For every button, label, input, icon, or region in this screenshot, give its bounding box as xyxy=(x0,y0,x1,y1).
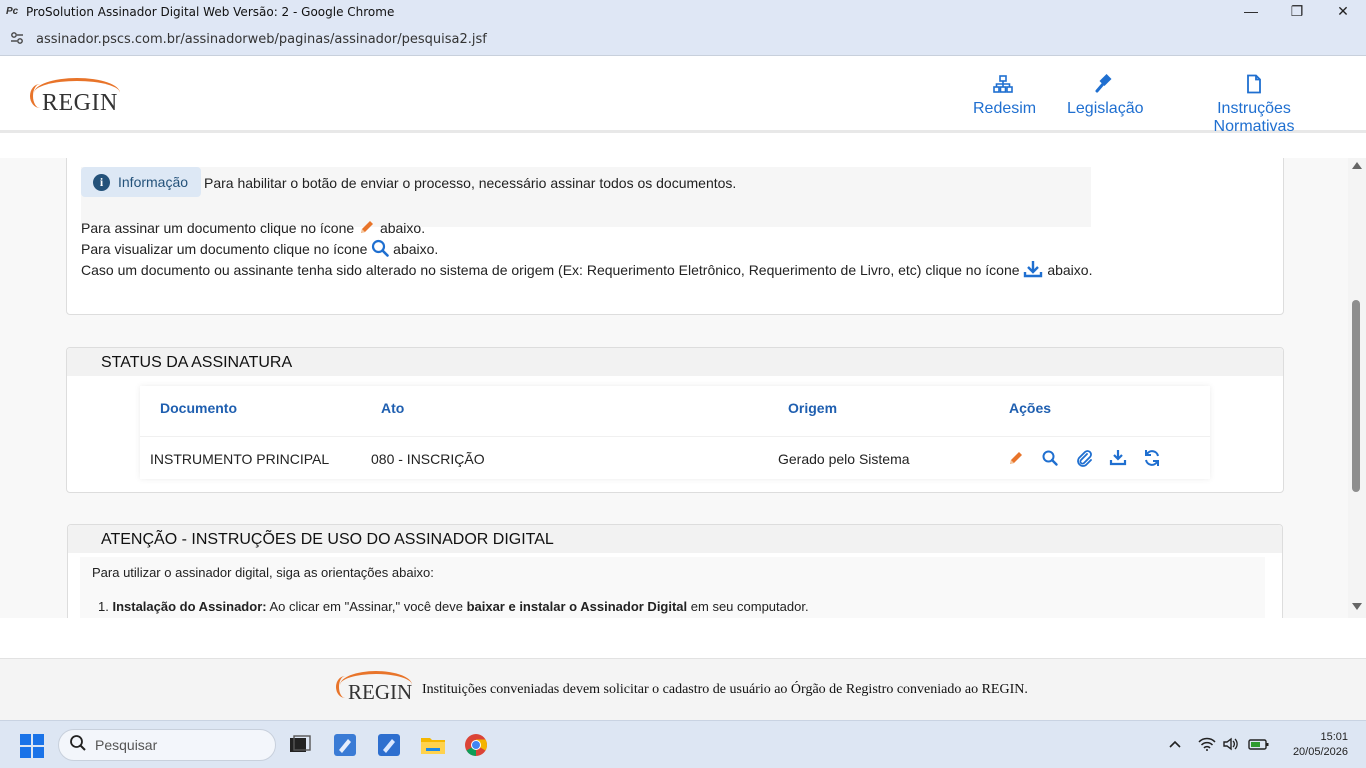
column-header-documento[interactable]: Documento xyxy=(160,400,237,416)
view-instruction-end: abaixo. xyxy=(393,241,439,257)
instruction-item-number: 1. xyxy=(98,599,109,614)
info-badge-label: Informação xyxy=(118,174,189,190)
table-row: INSTRUMENTO PRINCIPAL 080 - INSCRIÇÃO Ge… xyxy=(140,436,1210,479)
footer-text: Instituições conveniadas devem solicitar… xyxy=(422,682,1028,697)
close-button[interactable]: ✕ xyxy=(1320,0,1366,24)
cell-ato: 080 - INSCRIÇÃO xyxy=(371,451,485,467)
search-icon xyxy=(371,239,390,260)
clock-time: 15:01 xyxy=(1320,731,1348,743)
status-table: Documento Ato Origem Ações INSTRUMENTO P… xyxy=(140,386,1210,479)
status-panel-title: STATUS DA ASSINATURA xyxy=(101,354,293,371)
page-scrollbar[interactable] xyxy=(1348,158,1366,618)
taskbar: Pesquisar 15:01 20/05/2026 xyxy=(0,720,1366,768)
refresh-instruction-text: Caso um documento ou assinante tenha sid… xyxy=(81,262,1020,278)
instructions-body: Para utilizar o assinador digital, siga … xyxy=(80,557,1265,618)
view-search-icon[interactable] xyxy=(1041,449,1059,467)
task-view-icon[interactable] xyxy=(288,733,312,757)
refresh-instruction: Caso um documento ou assinante tenha sid… xyxy=(81,260,1092,281)
sign-instruction-end: abaixo. xyxy=(379,220,426,236)
page-footer: REGIN Instituições conveniadas devem sol… xyxy=(0,658,1366,720)
favicon-icon: Pc xyxy=(6,6,19,17)
instruction-item-end: em seu computador. xyxy=(687,599,809,614)
column-header-acoes: Ações xyxy=(1009,400,1052,416)
download-icon xyxy=(1023,260,1043,281)
search-icon xyxy=(69,734,87,757)
nav-label: Legislação xyxy=(1067,100,1144,117)
cell-origem: Gerado pelo Sistema xyxy=(778,451,910,467)
instruction-item-1: 1. Instalação do Assinador: Ao clicar em… xyxy=(98,599,809,614)
nav-label: Instruções Normativas xyxy=(1213,100,1295,135)
status-panel: STATUS DA ASSINATURA Documento Ato Orige… xyxy=(66,347,1284,493)
instruction-item-title: Instalação do Assinador: xyxy=(112,599,267,614)
file-explorer-icon[interactable] xyxy=(420,733,445,757)
status-panel-header: STATUS DA ASSINATURA xyxy=(67,348,1283,376)
sign-instruction: Para assinar um documento clique no ícon… xyxy=(81,218,425,239)
maximize-button[interactable]: ❐ xyxy=(1274,0,1320,24)
wifi-icon[interactable] xyxy=(1198,737,1216,754)
nav-redesim[interactable]: Redesim xyxy=(973,74,1037,118)
info-message: Para habilitar o botão de enviar o proce… xyxy=(204,175,737,191)
main-content: i Informação Para habilitar o botão de e… xyxy=(0,158,1348,618)
info-badge: i Informação xyxy=(81,167,201,197)
browser-titlebar: Pc ProSolution Assinador Digital Web Ver… xyxy=(0,0,1366,24)
site-settings-icon[interactable] xyxy=(10,31,24,48)
site-header: REGIN Redesim Legislação Instruções Norm… xyxy=(0,56,1366,136)
logo-text: REGIN xyxy=(42,90,118,116)
footer-regin-logo: REGIN xyxy=(336,671,412,707)
volume-icon[interactable] xyxy=(1222,737,1240,754)
update-download-icon[interactable] xyxy=(1109,449,1127,467)
view-instruction-text: Para visualizar um documento clique no í… xyxy=(81,241,368,257)
instruction-item-highlight: baixar e instalar o Assinador Digital xyxy=(466,599,688,614)
minimize-button[interactable]: — xyxy=(1228,0,1274,24)
cell-documento: INSTRUMENTO PRINCIPAL xyxy=(150,451,330,467)
clock-date: 20/05/2026 xyxy=(1292,746,1348,758)
windows-start-icon[interactable] xyxy=(20,734,44,758)
view-instruction: Para visualizar um documento clique no í… xyxy=(81,239,438,260)
document-icon xyxy=(1175,74,1333,96)
instructions-panel-header: ATENÇÃO - INSTRUÇÕES DE USO DO ASSINADOR… xyxy=(68,525,1282,553)
info-panel: i Informação Para habilitar o botão de e… xyxy=(66,158,1284,315)
sitemap-icon xyxy=(973,74,1033,96)
tray-chevron-up-icon[interactable] xyxy=(1168,737,1182,753)
column-header-origem[interactable]: Origem xyxy=(788,400,837,416)
sign-pencil-icon[interactable] xyxy=(1007,449,1025,467)
instructions-panel-title: ATENÇÃO - INSTRUÇÕES DE USO DO ASSINADOR… xyxy=(101,531,554,548)
battery-icon[interactable] xyxy=(1248,737,1270,754)
footer-logo-text: REGIN xyxy=(348,680,413,704)
column-header-ato[interactable]: Ato xyxy=(381,400,404,416)
url-field[interactable]: assinador.pscs.com.br/assinadorweb/pagin… xyxy=(36,32,487,47)
regin-logo[interactable]: REGIN xyxy=(30,78,120,118)
instructions-panel: ATENÇÃO - INSTRUÇÕES DE USO DO ASSINADOR… xyxy=(67,524,1283,618)
address-bar: assinador.pscs.com.br/assinadorweb/pagin… xyxy=(0,24,1366,56)
attachment-paperclip-icon[interactable] xyxy=(1075,449,1093,467)
scroll-up-arrow-icon[interactable] xyxy=(1352,162,1362,169)
refresh-instruction-end: abaixo. xyxy=(1047,262,1093,278)
gavel-icon xyxy=(1067,73,1141,96)
scroll-down-arrow-icon[interactable] xyxy=(1352,603,1362,610)
refresh-icon[interactable] xyxy=(1143,449,1161,467)
scrollbar-thumb[interactable] xyxy=(1352,300,1360,492)
nav-instrucoes-normativas[interactable]: Instruções Normativas xyxy=(1175,74,1333,136)
instructions-intro: Para utilizar o assinador digital, siga … xyxy=(92,565,434,580)
info-icon: i xyxy=(93,173,110,191)
nav-legislacao[interactable]: Legislação xyxy=(1067,73,1144,118)
window-title: ProSolution Assinador Digital Web Versão… xyxy=(26,5,395,19)
app-icon-1[interactable] xyxy=(333,733,357,757)
window-controls: — ❐ ✕ xyxy=(1228,0,1366,24)
chrome-icon[interactable] xyxy=(464,733,488,757)
taskbar-search[interactable]: Pesquisar xyxy=(58,729,276,761)
system-clock[interactable]: 15:01 20/05/2026 xyxy=(1293,730,1348,760)
nav-label: Redesim xyxy=(973,100,1037,117)
instruction-item-text: Ao clicar em "Assinar," você deve xyxy=(266,599,467,614)
sign-instruction-text: Para assinar um documento clique no ícon… xyxy=(81,220,355,236)
search-placeholder: Pesquisar xyxy=(95,737,158,753)
pencil-icon xyxy=(358,218,376,239)
app-icon-2[interactable] xyxy=(377,733,401,757)
